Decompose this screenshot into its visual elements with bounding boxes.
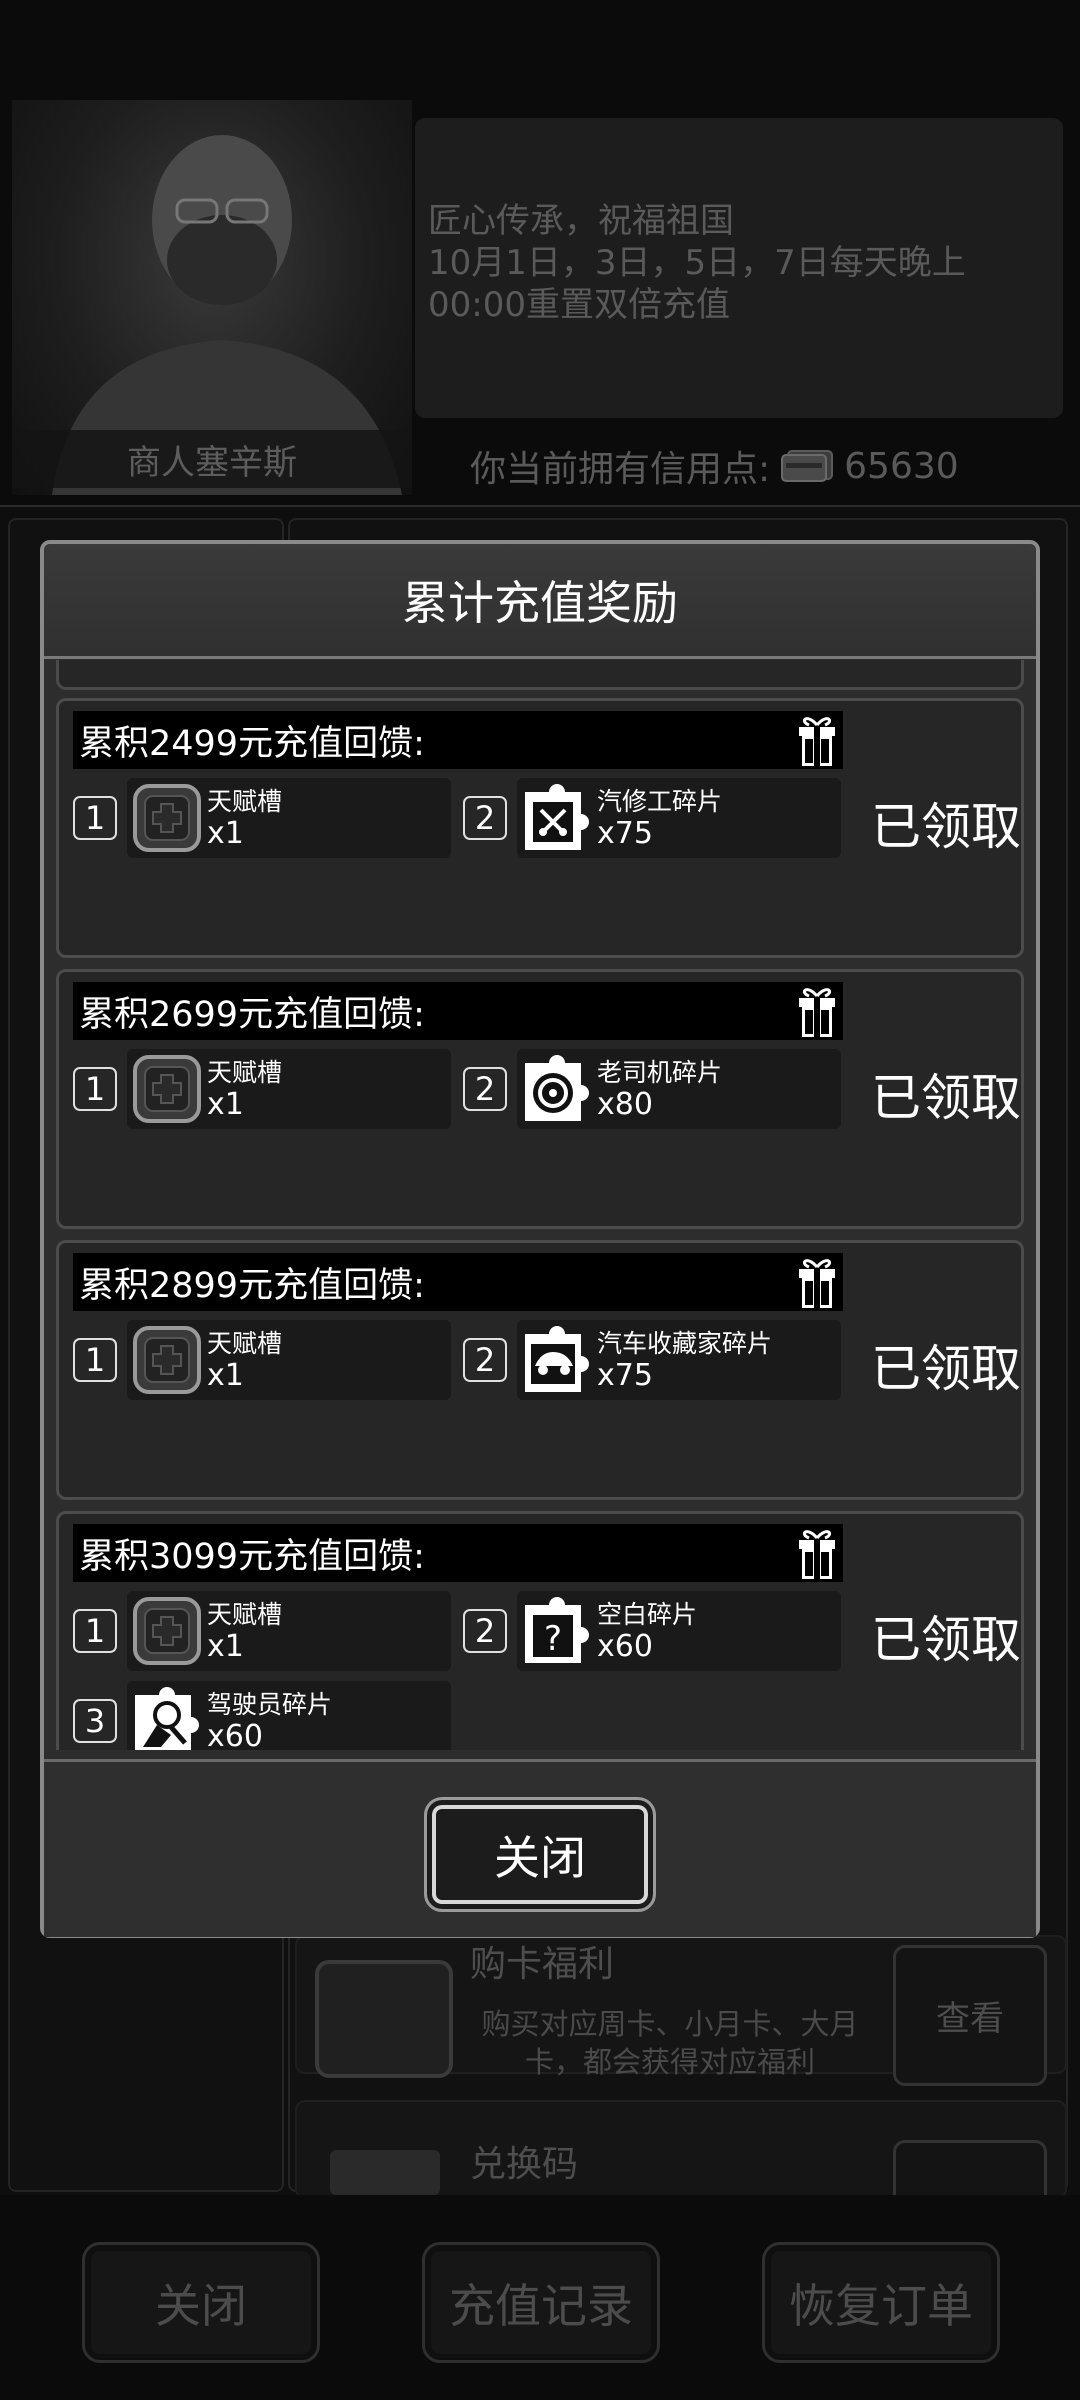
blank-fragment-icon: ? (525, 1597, 589, 1663)
car-collector-fragment-icon (525, 1326, 589, 1392)
reward-item[interactable]: 天赋槽 x1 (127, 1591, 451, 1671)
credit-display: 你当前拥有信用点: 65630 (470, 440, 959, 492)
driver-fragment-icon (135, 1687, 199, 1750)
cumulative-recharge-modal: 累计充值奖励 累积2499元充值回馈: 1 天赋槽 x1 2 汽修工碎片 x75… (40, 540, 1040, 1938)
tier-title: 累积2499元充值回馈: (79, 723, 425, 764)
tier-title-bar: 累积2499元充值回馈: (73, 711, 843, 769)
tier-title: 累积2699元充值回馈: (79, 994, 425, 1035)
veteran-driver-fragment-icon (525, 1055, 589, 1121)
reward-quantity: x1 (207, 816, 244, 851)
mechanic-fragment-icon (525, 784, 589, 850)
reward-index: 1 (73, 1338, 117, 1382)
reward-quantity: x1 (207, 1087, 244, 1122)
reward-quantity: x80 (597, 1087, 653, 1122)
reward-name: 汽修工碎片 (597, 787, 723, 816)
reward-name: 汽车收藏家碎片 (597, 1329, 773, 1358)
reward-quantity: x75 (597, 816, 653, 851)
reward-tier-card: 累积3099元充值回馈: 1 天赋槽 x1 2 ? 空白碎片 x60 3 驾驶员… (56, 1511, 1024, 1750)
svg-text:?: ? (544, 1619, 562, 1659)
talent-slot-icon (133, 1326, 201, 1394)
claimed-status: 已领取 (871, 1611, 1021, 1669)
reward-item[interactable]: 汽修工碎片 x75 (517, 778, 841, 858)
claimed-status: 已领取 (871, 1069, 1021, 1127)
reward-quantity: x60 (207, 1719, 263, 1750)
redeem-code-title: 兑换码 (470, 2144, 579, 2185)
reward-name: 天赋槽 (207, 787, 283, 816)
reward-tier-card: 累积2699元充值回馈: 1 天赋槽 x1 2 老司机碎片 x80 已领取 (56, 969, 1024, 1229)
reward-item[interactable]: 天赋槽 x1 (127, 778, 451, 858)
reward-item[interactable]: 天赋槽 x1 (127, 1049, 451, 1129)
reward-tier-list[interactable]: 累积2499元充值回馈: 1 天赋槽 x1 2 汽修工碎片 x75 已领取 累积… (56, 660, 1024, 1750)
reward-tier-card-partial (56, 660, 1024, 690)
reward-item[interactable]: 汽车收藏家碎片 x75 (517, 1320, 841, 1400)
reward-item[interactable]: 天赋槽 x1 (127, 1320, 451, 1400)
modal-title: 累计充值奖励 (44, 544, 1036, 659)
trophy-card-icon (315, 1960, 453, 2078)
close-button[interactable]: 关闭 (424, 1797, 656, 1912)
reward-index: 2 (463, 1609, 507, 1653)
reward-index: 2 (463, 1067, 507, 1111)
card-benefit-title: 购卡福利 (470, 1944, 615, 1985)
redeem-code-button[interactable] (893, 2140, 1047, 2203)
reward-item[interactable]: 老司机碎片 x80 (517, 1049, 841, 1129)
reward-tier-card: 累积2499元充值回馈: 1 天赋槽 x1 2 汽修工碎片 x75 已领取 (56, 698, 1024, 958)
reward-index: 1 (73, 1067, 117, 1111)
reward-item[interactable]: ? 空白碎片 x60 (517, 1591, 841, 1671)
view-button[interactable]: 查看 (893, 1945, 1047, 2086)
credit-value: 65630 (844, 445, 959, 487)
restore-order-button[interactable]: 恢复订单 (762, 2242, 1000, 2363)
reward-tier-card: 累积2899元充值回馈: 1 天赋槽 x1 2 汽车收藏家碎片 x75 已领取 (56, 1240, 1024, 1500)
credit-label: 你当前拥有信用点: (470, 449, 771, 490)
reward-quantity: x75 (597, 1358, 653, 1393)
gift-icon (799, 1259, 835, 1308)
tier-title: 累积3099元充值回馈: (79, 1536, 425, 1577)
tier-title-bar: 累积2699元充值回馈: (73, 982, 843, 1040)
announcement-text: 匠心传承，祝福祖国 10月1日，3日，5日，7日每天晚上 00:00重置双倍充值 (428, 201, 966, 325)
merchant-name: 商人塞辛斯 (12, 430, 412, 488)
reward-index: 1 (73, 796, 117, 840)
bottom-close-button[interactable]: 关闭 (82, 2242, 320, 2363)
tier-title: 累积2899元充值回馈: (79, 1265, 425, 1306)
gift-icon (799, 1530, 835, 1579)
reward-name: 天赋槽 (207, 1600, 283, 1629)
reward-index: 2 (463, 1338, 507, 1382)
gift-icon (799, 988, 835, 1037)
reward-index: 1 (73, 1609, 117, 1653)
card-benefit-desc: 购买对应周卡、小月卡、大月卡，都会获得对应福利 (481, 2007, 859, 2079)
reward-name: 天赋槽 (207, 1058, 283, 1087)
reward-index: 3 (73, 1699, 117, 1743)
reward-quantity: x1 (207, 1629, 244, 1664)
tier-title-bar: 累积3099元充值回馈: (73, 1524, 843, 1582)
reward-name: 老司机碎片 (597, 1058, 723, 1087)
tier-title-bar: 累积2899元充值回馈: (73, 1253, 843, 1311)
gift-icon (799, 717, 835, 766)
reward-index: 2 (463, 796, 507, 840)
reward-quantity: x60 (597, 1629, 653, 1664)
claimed-status: 已领取 (871, 1340, 1021, 1398)
reward-quantity: x1 (207, 1358, 244, 1393)
credit-card-icon (781, 450, 834, 482)
recharge-history-button[interactable]: 充值记录 (422, 2242, 660, 2363)
reward-name: 驾驶员碎片 (207, 1690, 333, 1719)
talent-slot-icon (133, 784, 201, 852)
reward-item[interactable]: 驾驶员碎片 x60 (127, 1681, 451, 1750)
talent-slot-icon (133, 1055, 201, 1123)
talent-slot-icon (133, 1597, 201, 1665)
modal-footer: 关闭 (44, 1759, 1036, 1937)
redeem-code-icon (330, 2150, 440, 2195)
reward-name: 空白碎片 (597, 1600, 698, 1629)
reward-name: 天赋槽 (207, 1329, 283, 1358)
claimed-status: 已领取 (871, 798, 1021, 856)
